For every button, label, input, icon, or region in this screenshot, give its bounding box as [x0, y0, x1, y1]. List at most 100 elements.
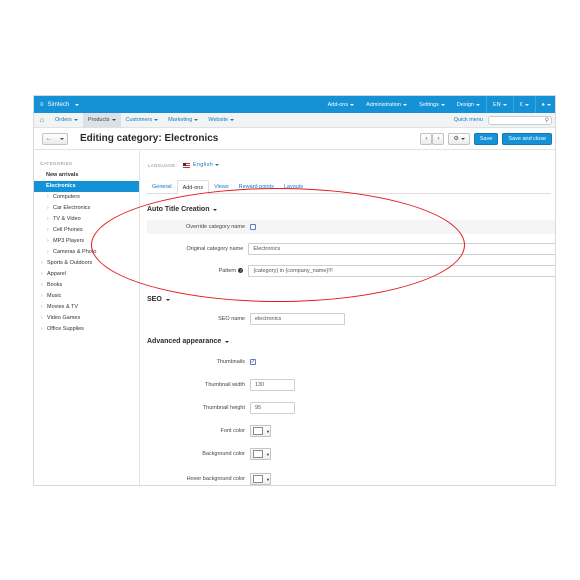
gear-icon: ⚙ — [453, 136, 459, 142]
sidebar-item-cell-phones[interactable]: › Cell Phones — [34, 225, 139, 236]
nav-marketing[interactable]: Marketing — [163, 113, 203, 128]
title-actions: ‹ › ⚙ Save Save and close — [420, 132, 552, 145]
chevron-down-icon — [350, 103, 355, 106]
chevron-down-icon — [215, 164, 220, 166]
menu-settings[interactable]: Settings — [413, 96, 451, 113]
font-color-picker[interactable]: ▼ — [250, 425, 271, 437]
menu-icon: ≡ — [40, 101, 44, 108]
quick-menu-link[interactable]: Quick menu — [454, 117, 483, 123]
pattern-row: Pattern? {category} in {company_name}!!! — [147, 264, 555, 278]
currency-menu[interactable]: € — [512, 96, 535, 113]
sidebar-item-electronics[interactable]: Electronics — [34, 181, 139, 192]
tab-layouts[interactable]: Layouts — [279, 180, 308, 194]
thumb-height-field[interactable]: 95 — [250, 402, 295, 414]
color-swatch — [253, 427, 263, 435]
sidebar-item-music[interactable]: › Music — [34, 291, 139, 302]
language-selector[interactable]: LANGUAGE: English — [148, 162, 220, 168]
settings-button[interactable]: ⚙ — [448, 132, 470, 145]
pattern-field[interactable]: {category} in {company_name}!!! — [248, 265, 555, 277]
sidebar-item-video-games[interactable]: › Video Games — [34, 313, 139, 324]
page-title: Editing category: Electronics — [80, 133, 219, 144]
sidebar-heading: CATEGORIES — [40, 161, 73, 166]
top-bar: ≡ Simtech Add-ons Administration Setting… — [34, 96, 555, 113]
auto-title-heading[interactable]: Auto Title Creation — [147, 206, 218, 213]
background-color-picker[interactable]: ▼ — [250, 448, 271, 460]
original-name-field[interactable]: Electronics — [248, 243, 555, 255]
next-button[interactable]: › — [432, 132, 445, 145]
chevron-down-icon — [225, 340, 230, 343]
menu-addons[interactable]: Add-ons — [322, 96, 361, 113]
seo-name-field[interactable]: electronics — [250, 313, 345, 325]
hover-bg-color-picker[interactable]: ▼ — [250, 473, 271, 485]
arrow-left-icon: ← — [46, 135, 52, 142]
chevron-down-icon — [524, 103, 529, 106]
seo-name-row: SEO name electronics — [147, 312, 555, 326]
tab-views[interactable]: Views — [209, 180, 234, 194]
store-selector[interactable]: ≡ Simtech — [40, 101, 80, 108]
thumbnails-row: Thumbnails ✓ — [147, 355, 555, 369]
save-button[interactable]: Save — [473, 132, 499, 145]
language-label: LANGUAGE: — [148, 162, 177, 168]
tab-general[interactable]: General — [147, 180, 177, 194]
background-color-label: Background color — [202, 451, 245, 457]
tab-reward-points[interactable]: Reward points — [234, 180, 279, 194]
nav-website[interactable]: Website — [203, 113, 239, 128]
sidebar-item-books[interactable]: › Books — [34, 280, 139, 291]
chevron-down-icon: ▼ — [266, 451, 270, 457]
nav-customers[interactable]: Customers — [121, 113, 164, 128]
sidebar-item-sports-outdoors[interactable]: › Sports & Outdoors — [34, 258, 139, 269]
sidebar-item-computers[interactable]: › Computers — [34, 192, 139, 203]
tab-addons[interactable]: Add-ons — [176, 180, 210, 195]
chevron-down-icon — [111, 119, 116, 121]
tab-bar: General Add-ons Views Reward points Layo… — [147, 180, 551, 195]
chevron-down-icon — [194, 119, 199, 121]
chevron-down-icon — [460, 137, 465, 140]
sidebar-item-movies-tv[interactable]: › Movies & TV — [34, 302, 139, 313]
chevron-down-icon — [165, 298, 170, 301]
chevron-down-icon — [154, 119, 159, 121]
home-icon[interactable]: ⌂ — [34, 117, 50, 124]
sidebar-item-car-electronics[interactable]: › Car Electronics — [34, 203, 139, 214]
sidebar-item-tv-video[interactable]: › TV & Video — [34, 214, 139, 225]
language-menu[interactable]: EN — [485, 96, 513, 113]
menu-design[interactable]: Design — [451, 96, 486, 113]
menu-administration[interactable]: Administration — [360, 96, 413, 113]
search-input[interactable]: ⚲ — [488, 115, 552, 125]
thumb-height-row: Thumbnail height 95 — [147, 401, 555, 415]
store-name: Simtech — [47, 101, 70, 108]
thumb-width-field[interactable]: 130 — [250, 379, 295, 391]
sidebar-item-mp3-players[interactable]: › MP3 Players — [34, 236, 139, 247]
chevron-down-icon — [502, 103, 507, 106]
seo-heading[interactable]: SEO — [147, 296, 170, 303]
user-icon: ● — [541, 101, 545, 108]
override-checkbox[interactable] — [250, 224, 256, 230]
chevron-down-icon — [402, 103, 407, 106]
admin-app-window: ≡ Simtech Add-ons Administration Setting… — [33, 95, 556, 486]
hover-bg-color-label: Hover background color — [186, 476, 245, 482]
back-button[interactable]: ← — [42, 132, 68, 145]
save-and-close-button[interactable]: Save and close — [502, 132, 552, 145]
sidebar-item-new-arrivals[interactable]: New arrivals — [34, 170, 139, 181]
user-menu[interactable]: ● — [534, 96, 555, 113]
thumbnails-checkbox[interactable]: ✓ — [250, 359, 256, 365]
chevron-down-icon — [230, 119, 235, 121]
pattern-label: Pattern? — [218, 268, 244, 274]
font-color-label: Font color — [220, 428, 245, 434]
sidebar-item-office-supplies[interactable]: › Office Supplies — [34, 324, 139, 335]
advanced-heading[interactable]: Advanced appearance — [147, 338, 230, 345]
nav-products[interactable]: Products — [82, 112, 121, 128]
chevron-down-icon — [60, 137, 64, 140]
thumb-width-label: Thumbnail width — [204, 382, 245, 388]
sidebar-item-cameras-photo[interactable]: › Cameras & Photo — [34, 247, 139, 258]
prev-button[interactable]: ‹ — [420, 132, 433, 145]
color-swatch — [253, 450, 263, 458]
chevron-down-icon — [475, 103, 480, 106]
help-icon[interactable]: ? — [238, 268, 244, 274]
sidebar-item-apparel[interactable]: › Apparel — [34, 269, 139, 280]
main-content: LANGUAGE: English General Add-ons Views … — [140, 150, 555, 485]
font-color-row: Font color ▼ — [147, 424, 555, 438]
original-name-row: Original category name Electronics — [147, 242, 555, 256]
chevron-down-icon: ▼ — [266, 428, 270, 434]
nav-orders[interactable]: Orders — [50, 113, 83, 128]
chevron-right-icon: › — [437, 135, 440, 142]
